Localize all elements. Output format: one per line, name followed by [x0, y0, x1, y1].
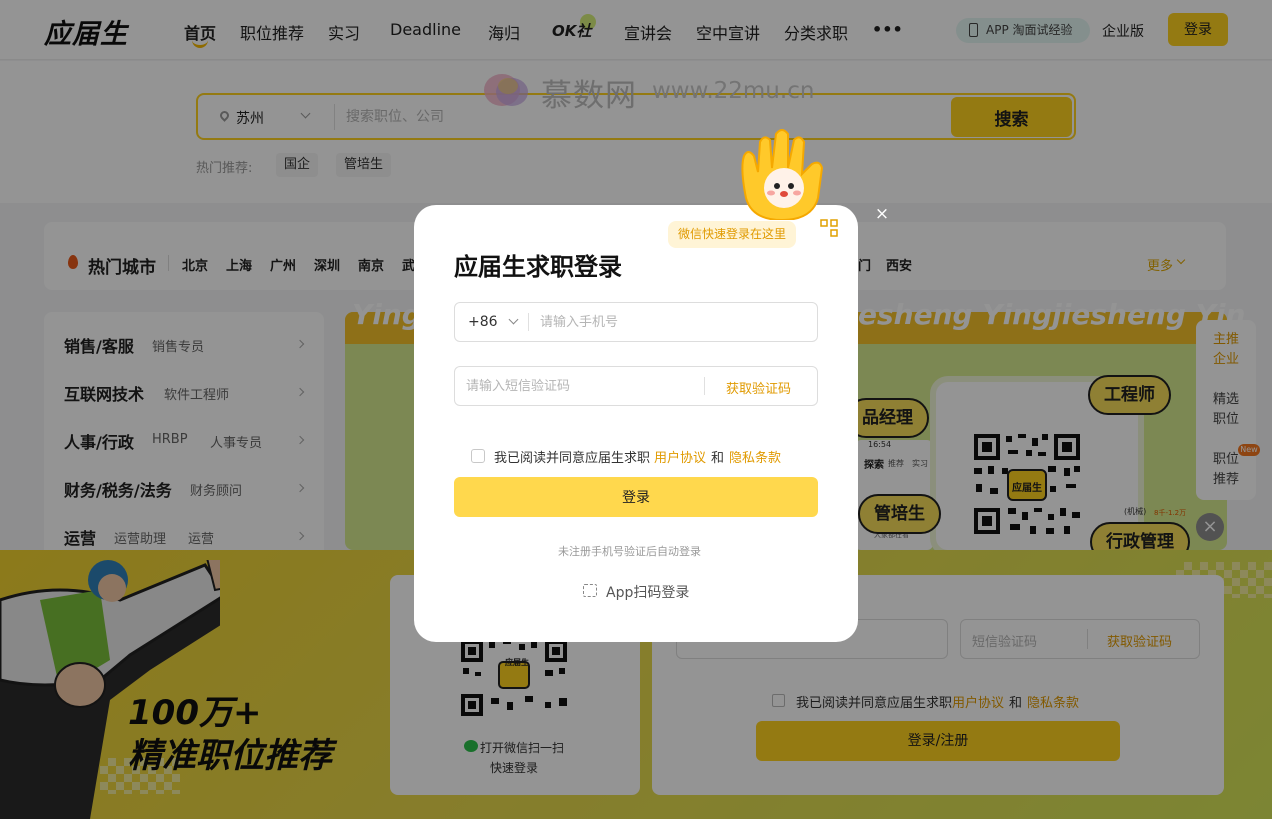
phone-input[interactable] [540, 309, 806, 335]
privacy-link[interactable]: 隐私条款 [729, 451, 781, 466]
wechat-login-tip[interactable]: 微信快速登录在这里 [668, 221, 797, 248]
mascot-icon [741, 129, 824, 220]
modal-close-icon[interactable]: × [872, 204, 892, 224]
get-code-button[interactable]: 获取验证码 [726, 378, 791, 397]
and-text: 和 [711, 451, 725, 466]
agree-checkbox[interactable] [471, 449, 485, 463]
scan-icon[interactable] [583, 584, 597, 597]
app-scan-login-link[interactable]: App扫码登录 [606, 582, 689, 602]
agree-prefix: 我已阅读并同意应届生求职 [494, 451, 651, 466]
user-agreement-link[interactable]: 用户协议 [654, 451, 706, 466]
country-code-select[interactable]: +86 [468, 314, 498, 330]
sms-code-input[interactable] [466, 373, 696, 399]
divider [704, 377, 705, 395]
divider [528, 313, 529, 331]
login-button[interactable]: 登录 [454, 477, 818, 517]
agree-text: 我已阅读并同意应届生求职 用户协议和隐私条款 [494, 447, 781, 466]
modal-title: 应届生求职登录 [454, 253, 622, 281]
qr-corner-icon[interactable] [815, 218, 845, 244]
auto-register-note: 未注册手机号验证后自动登录 [558, 545, 701, 558]
